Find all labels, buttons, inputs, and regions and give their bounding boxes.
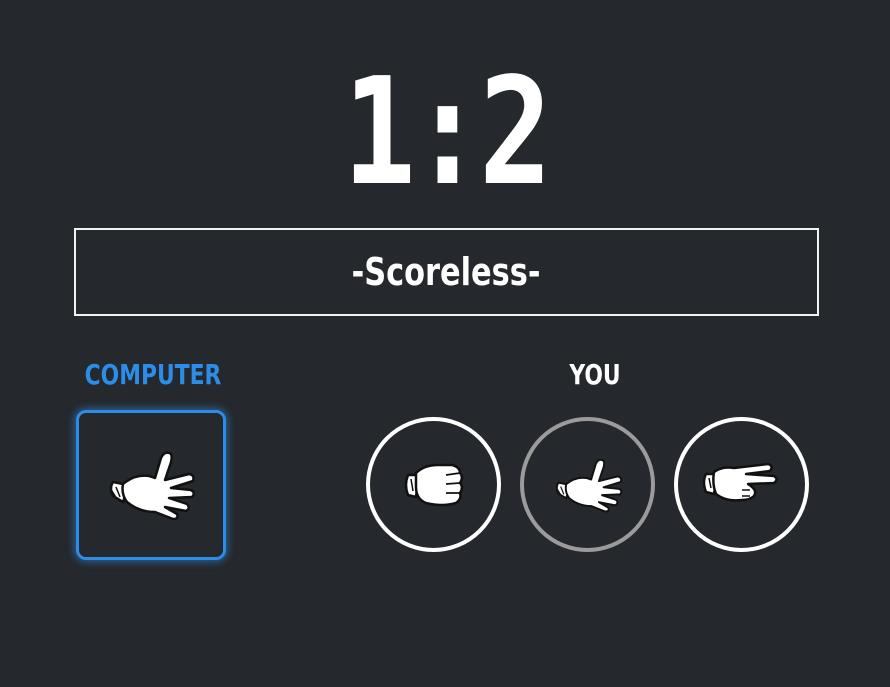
rock-fist-icon bbox=[404, 463, 463, 506]
paper-button[interactable] bbox=[520, 417, 655, 552]
paper-hand-icon bbox=[109, 451, 195, 521]
result-message-box: -Scoreless- bbox=[74, 228, 819, 316]
paper-hand-icon bbox=[555, 458, 622, 513]
rock-button[interactable] bbox=[366, 417, 501, 552]
scissors-button[interactable] bbox=[674, 417, 809, 552]
computer-label: COMPUTER bbox=[84, 358, 222, 391]
scissors-hand-icon bbox=[702, 462, 778, 502]
scoreboard: 1:2 bbox=[342, 46, 552, 218]
result-message: -Scoreless- bbox=[352, 250, 541, 294]
player-label: YOU bbox=[569, 358, 621, 391]
computer-choice-card bbox=[76, 410, 226, 560]
